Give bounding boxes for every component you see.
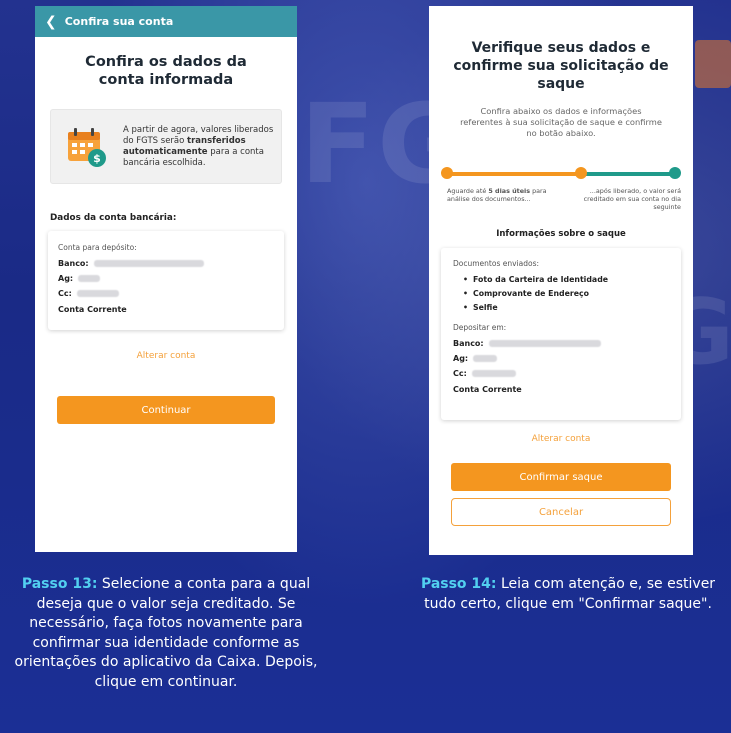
list-item: Foto da Carteira de Identidade [463, 273, 681, 287]
change-account-link[interactable]: Alterar conta [35, 351, 297, 361]
docs-list: Foto da Carteira de Identidade Comprovan… [463, 273, 681, 315]
info-text: A partir de agora, valores liberados do … [123, 124, 274, 168]
page-subtitle: Confira abaixo os dados e informações re… [460, 106, 662, 138]
background-orange-shape [695, 40, 731, 88]
account-type: Conta Corrente [58, 305, 127, 314]
progress-dot-2 [575, 167, 587, 179]
step-2-text: ...após liberado, o valor será creditado… [583, 187, 681, 211]
deposit-label: Depositar em: [453, 323, 507, 332]
withdrawal-details-card: Documentos enviados: Foto da Carteira de… [441, 248, 681, 420]
change-account-link[interactable]: Alterar conta [429, 434, 693, 444]
phone-screen-confirm-account: ❮ Confira sua conta Confira os dados da … [35, 6, 297, 552]
progress-segment-pending [581, 172, 675, 176]
confirm-withdrawal-button[interactable]: Confirmar saque [451, 463, 671, 491]
blurred-agency-value [473, 355, 498, 362]
cancel-button[interactable]: Cancelar [451, 498, 671, 526]
blurred-bank-value [93, 260, 204, 267]
cc-row: Cc: [58, 288, 284, 299]
page-title: Confira os dados da conta informada [85, 54, 247, 88]
blurred-cc-value [471, 370, 516, 377]
app-header: ❮ Confira sua conta [35, 6, 297, 37]
blurred-agency-value [78, 275, 101, 282]
bank-row: Banco: [58, 258, 284, 269]
docs-label: Documentos enviados: [453, 259, 540, 268]
continue-button[interactable]: Continuar [57, 396, 275, 424]
progress-tracker [441, 165, 681, 185]
phone-screen-confirm-withdrawal: Verifique seus dados e confirme sua soli… [429, 6, 693, 555]
calendar-money-icon: $ [65, 125, 109, 169]
section-title: Dados da conta bancária: [50, 213, 177, 223]
blurred-bank-value [488, 340, 601, 347]
progress-dot-1 [441, 167, 453, 179]
info-box: $ A partir de agora, valores liberados d… [50, 109, 282, 184]
progress-dot-3 [669, 167, 681, 179]
agency-row: Ag: [58, 273, 284, 284]
caption-step-14: Passo 14: Leia com atenção e, se estiver… [420, 576, 716, 612]
cc-row: Cc: [453, 368, 681, 379]
page-title: Verifique seus dados e confirme sua soli… [453, 40, 669, 92]
caption-step-13: Passo 13: Selecione a conta para a qual … [14, 576, 318, 690]
account-label: Conta para depósito: [58, 243, 137, 252]
header-title: Confira sua conta [64, 15, 174, 28]
progress-segment-done [447, 172, 581, 176]
progress-steps: Aguarde até 5 dias úteis para análise do… [429, 187, 693, 211]
section-title: Informações sobre o saque [496, 229, 626, 239]
bank-row: Banco: [453, 338, 681, 349]
back-arrow-icon[interactable]: ❮ [45, 14, 57, 30]
list-item: Comprovante de Endereço [463, 287, 681, 301]
agency-row: Ag: [453, 353, 681, 364]
account-card: Conta para depósito: Banco: Ag: Cc: Cont… [48, 231, 284, 330]
step-1-text: Aguarde até 5 dias úteis para análise do… [447, 187, 547, 203]
account-type: Conta Corrente [453, 385, 522, 394]
svg-text:$: $ [93, 152, 101, 165]
list-item: Selfie [463, 301, 681, 315]
blurred-cc-value [76, 290, 119, 297]
